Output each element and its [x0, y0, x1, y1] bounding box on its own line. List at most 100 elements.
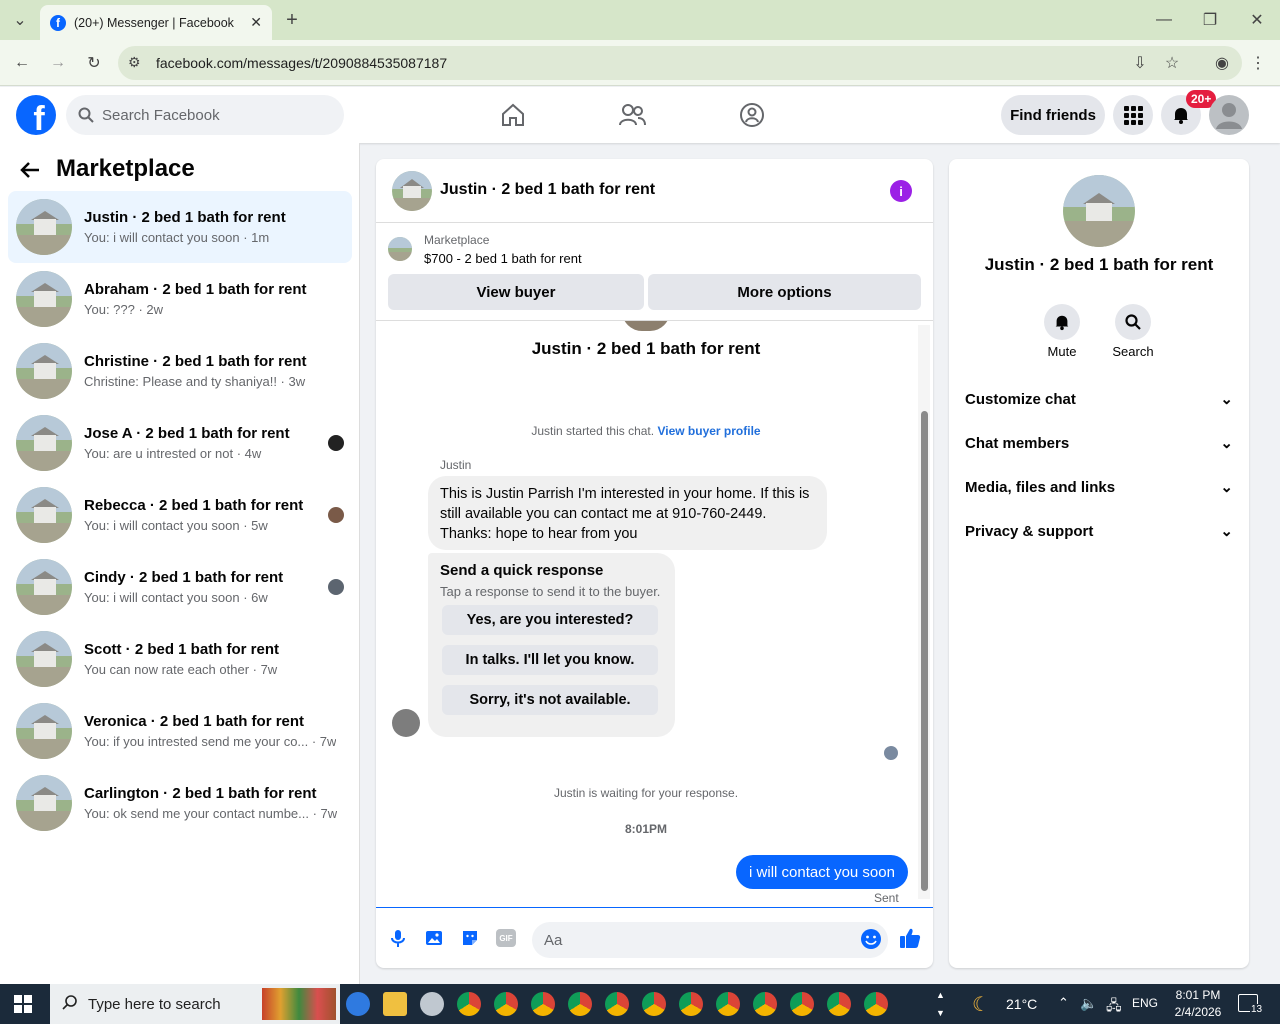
- view-buyer-profile-link[interactable]: View buyer profile: [657, 424, 760, 438]
- snipping-tool-icon[interactable]: [420, 992, 444, 1016]
- groups-icon[interactable]: [736, 99, 768, 131]
- chrome-window-icon[interactable]: [679, 992, 703, 1016]
- clock-time[interactable]: 8:01 PM: [1168, 988, 1228, 1002]
- site-info-icon[interactable]: ⚙: [128, 54, 141, 71]
- url-text: facebook.com/messages/t/2090884535087187: [156, 55, 448, 71]
- taskbar-scroll-icon[interactable]: ▲ ▼: [936, 986, 945, 1022]
- install-app-icon[interactable]: ⇩: [1128, 51, 1152, 75]
- chrome-window-icon[interactable]: [531, 992, 555, 1016]
- minimize-icon[interactable]: —: [1152, 8, 1176, 32]
- chat-title[interactable]: Justin · 2 bed 1 bath for rent: [440, 181, 655, 199]
- conversation-text: Cindy · 2 bed 1 bath for rent You: i will…: [84, 569, 283, 605]
- chrome-window-icon[interactable]: [753, 992, 777, 1016]
- media-files-links-section[interactable]: Media, files and links ⌄: [965, 469, 1233, 505]
- mute-bell-icon[interactable]: [1044, 304, 1080, 340]
- copilot-app-icon[interactable]: [346, 992, 370, 1016]
- conversation-item[interactable]: Veronica · 2 bed 1 bath for rent You: if …: [8, 695, 352, 767]
- view-buyer-button[interactable]: View buyer: [388, 274, 644, 310]
- emoji-icon[interactable]: [860, 928, 882, 955]
- chrome-window-icon[interactable]: [568, 992, 592, 1016]
- bookmark-star-icon[interactable]: ☆: [1160, 51, 1184, 75]
- windows-start-icon[interactable]: [14, 995, 32, 1018]
- conversation-item[interactable]: Carlington · 2 bed 1 bath for rent You: o…: [8, 767, 352, 839]
- friends-icon[interactable]: [616, 99, 648, 131]
- quick-reply-button[interactable]: In talks. I'll let you know.: [442, 645, 658, 675]
- read-receipt-avatar: [328, 579, 344, 595]
- new-tab-icon[interactable]: +: [280, 8, 304, 32]
- incoming-message[interactable]: This is Justin Parrish I'm interested in…: [428, 476, 827, 550]
- facebook-logo-icon[interactable]: f: [16, 95, 56, 135]
- home-icon[interactable]: [497, 99, 529, 131]
- conversation-text: Carlington · 2 bed 1 bath for rent You: o…: [84, 785, 337, 821]
- search-conversation-icon[interactable]: [1115, 304, 1151, 340]
- profile-icon[interactable]: ◉: [1210, 51, 1234, 75]
- forward-icon[interactable]: →: [46, 51, 70, 75]
- tray-chevron-icon[interactable]: ⌃: [1058, 995, 1069, 1011]
- search-icon: [78, 107, 94, 123]
- chat-members-section[interactable]: Chat members ⌄: [965, 425, 1233, 461]
- file-explorer-icon[interactable]: [383, 992, 407, 1016]
- sender-avatar[interactable]: [392, 709, 420, 737]
- scrollbar-thumb[interactable]: [921, 411, 928, 891]
- address-bar[interactable]: ⚙ facebook.com/messages/t/20908845350871…: [118, 46, 1242, 80]
- chat-avatar[interactable]: [392, 171, 432, 211]
- chrome-window-icon[interactable]: [864, 992, 888, 1016]
- conversation-text: Rebecca · 2 bed 1 bath for rent You: i wi…: [84, 497, 303, 533]
- scrollbar-track[interactable]: [918, 325, 930, 899]
- conversation-item[interactable]: Scott · 2 bed 1 bath for rent You can now…: [8, 623, 352, 695]
- quick-reply-button[interactable]: Yes, are you interested?: [442, 605, 658, 635]
- reload-icon[interactable]: ↻: [82, 51, 106, 75]
- menu-grid-icon[interactable]: [1113, 95, 1153, 135]
- listing-title[interactable]: $700 - 2 bed 1 bath for rent: [424, 251, 582, 266]
- chrome-window-icon[interactable]: [790, 992, 814, 1016]
- menu-dots-icon[interactable]: ⋮: [1246, 51, 1270, 75]
- conversation-item[interactable]: Jose A · 2 bed 1 bath for rent You: are u…: [8, 407, 352, 479]
- volume-icon[interactable]: 🔈: [1080, 995, 1097, 1012]
- clock-date[interactable]: 2/4/2026: [1168, 1005, 1228, 1019]
- chrome-window-icon[interactable]: [642, 992, 666, 1016]
- facebook-search-input[interactable]: Search Facebook: [66, 95, 344, 135]
- more-options-button[interactable]: More options: [648, 274, 921, 310]
- back-arrow-icon[interactable]: [20, 159, 40, 185]
- conversation-text: Jose A · 2 bed 1 bath for rent You: are u…: [84, 425, 290, 461]
- browser-tab[interactable]: f (20+) Messenger | Facebook ✕: [40, 5, 272, 40]
- weather-temp[interactable]: 21°C: [1006, 996, 1037, 1012]
- like-thumbs-up-icon[interactable]: [898, 926, 922, 955]
- mute-label[interactable]: Mute: [1034, 344, 1090, 359]
- chrome-window-icon[interactable]: [494, 992, 518, 1016]
- back-icon[interactable]: ←: [10, 51, 34, 75]
- sticker-icon[interactable]: [460, 928, 480, 953]
- find-friends-button[interactable]: Find friends: [1001, 95, 1105, 135]
- photo-icon[interactable]: [424, 928, 444, 953]
- close-window-icon[interactable]: ✕: [1245, 8, 1269, 32]
- tab-search-chevron-icon[interactable]: ⌄: [8, 8, 32, 32]
- maximize-icon[interactable]: ❐: [1198, 8, 1222, 32]
- customize-chat-section[interactable]: Customize chat ⌄: [965, 381, 1233, 417]
- close-tab-icon[interactable]: ✕: [250, 14, 262, 31]
- account-avatar[interactable]: [1209, 95, 1249, 135]
- chrome-window-icon[interactable]: [605, 992, 629, 1016]
- privacy-support-section[interactable]: Privacy & support ⌄: [965, 513, 1233, 549]
- section-label: Chat members: [965, 434, 1070, 452]
- conversation-item[interactable]: Abraham · 2 bed 1 bath for rent You: ??? …: [8, 263, 352, 335]
- message-thread[interactable]: Justin · 2 bed 1 bath for rent Justin st…: [376, 321, 933, 906]
- search-label[interactable]: Search: [1105, 344, 1161, 359]
- details-avatar[interactable]: [1063, 175, 1135, 247]
- conversation-item[interactable]: Rebecca · 2 bed 1 bath for rent You: i wi…: [8, 479, 352, 551]
- conversation-item[interactable]: Justin · 2 bed 1 bath for rent You: i wil…: [8, 191, 352, 263]
- chrome-window-icon[interactable]: [827, 992, 851, 1016]
- microphone-icon[interactable]: [388, 928, 408, 953]
- info-icon[interactable]: i: [890, 180, 912, 202]
- conversation-item[interactable]: Christine · 2 bed 1 bath for rent Christi…: [8, 335, 352, 407]
- chrome-window-icon[interactable]: [457, 992, 481, 1016]
- language-indicator[interactable]: ENG: [1132, 996, 1158, 1010]
- conversation-thumbnail: [16, 487, 72, 543]
- network-icon[interactable]: 🖧: [1106, 995, 1122, 1019]
- chrome-window-icon[interactable]: [716, 992, 740, 1016]
- message-input[interactable]: Aa: [532, 922, 888, 958]
- outgoing-message[interactable]: i will contact you soon: [736, 855, 908, 889]
- quick-reply-button[interactable]: Sorry, it's not available.: [442, 685, 658, 715]
- conversation-item[interactable]: Cindy · 2 bed 1 bath for rent You: i will…: [8, 551, 352, 623]
- gif-icon[interactable]: GIF: [496, 929, 516, 947]
- listing-thumbnail[interactable]: [388, 237, 412, 261]
